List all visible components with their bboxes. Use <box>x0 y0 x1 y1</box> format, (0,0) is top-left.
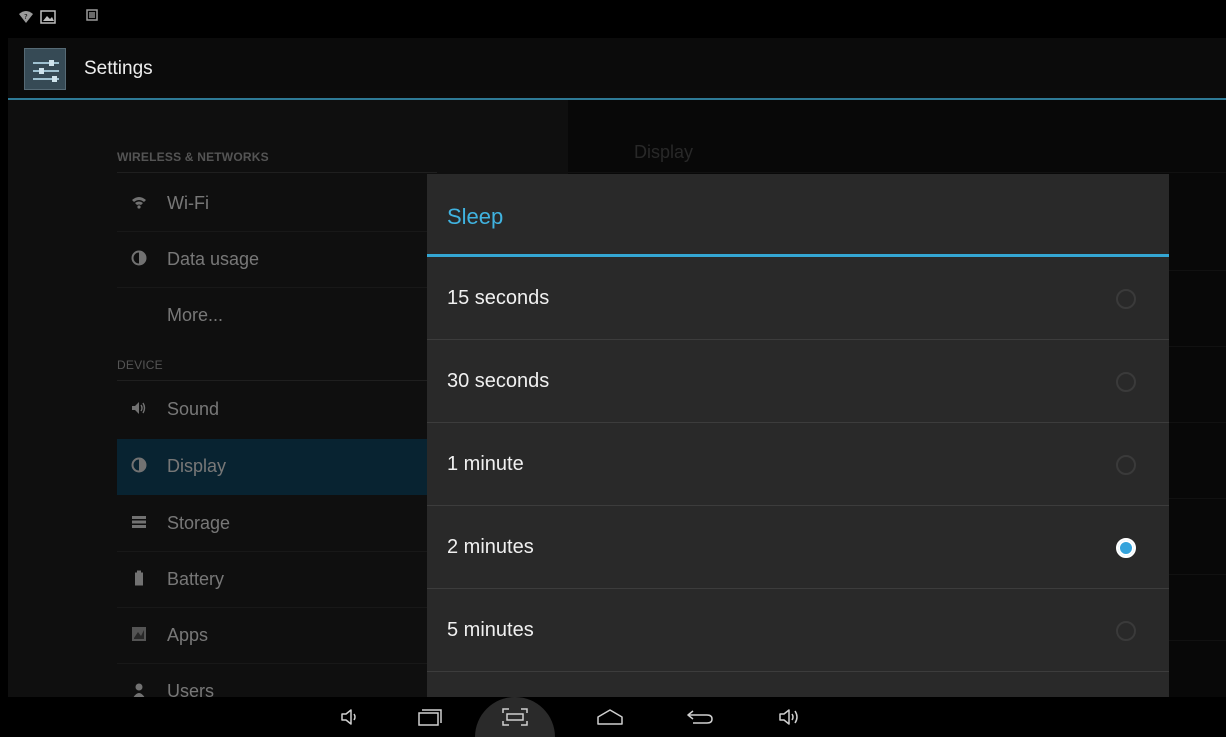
volume-up-button[interactable] <box>750 697 830 737</box>
option-30-seconds[interactable]: 30 seconds <box>427 340 1169 423</box>
option-1-minute[interactable]: 1 minute <box>427 423 1169 506</box>
home-icon <box>597 709 623 725</box>
action-bar: Settings <box>8 38 1226 100</box>
recent-apps-icon <box>418 709 442 726</box>
option-label: 1 minute <box>447 453 524 475</box>
radio-button[interactable] <box>1116 455 1136 475</box>
option-label: 15 seconds <box>447 287 550 309</box>
image-notification-icon <box>40 10 56 24</box>
screenshot-icon <box>502 708 528 726</box>
svg-text:?: ? <box>24 13 28 21</box>
recent-apps-button[interactable] <box>390 697 470 737</box>
settings-app-icon[interactable] <box>24 48 66 90</box>
notification-icon <box>86 9 98 21</box>
settings-content: WIRELESS & NETWORKS Wi-Fi Data usage Mor… <box>8 100 1226 697</box>
option-2-minutes[interactable]: 2 minutes <box>427 506 1169 589</box>
home-button[interactable] <box>570 697 650 737</box>
radio-button[interactable] <box>1116 621 1136 641</box>
radio-button[interactable] <box>1116 372 1136 392</box>
back-icon <box>687 710 713 724</box>
navigation-bar <box>8 697 1226 737</box>
app-title: Settings <box>84 58 153 79</box>
option-label: 2 minutes <box>447 536 534 558</box>
option-5-minutes[interactable]: 5 minutes <box>427 589 1169 672</box>
radio-button-checked[interactable] <box>1116 538 1136 558</box>
volume-down-button[interactable] <box>310 697 390 737</box>
volume-down-icon <box>341 709 356 725</box>
option-label: 30 seconds <box>447 370 550 392</box>
sleep-dialog: Sleep 15 seconds 30 seconds 1 minute 2 m… <box>427 174 1169 697</box>
screenshot-button[interactable] <box>475 697 555 737</box>
option-15-seconds[interactable]: 15 seconds <box>427 257 1169 340</box>
option-label: 5 minutes <box>447 619 534 641</box>
back-button[interactable] <box>660 697 740 737</box>
status-bar: ? <box>0 0 1226 38</box>
dialog-title: Sleep <box>447 204 504 229</box>
volume-up-icon <box>779 709 798 725</box>
wifi-question-icon: ? <box>19 11 33 23</box>
radio-button[interactable] <box>1116 289 1136 309</box>
